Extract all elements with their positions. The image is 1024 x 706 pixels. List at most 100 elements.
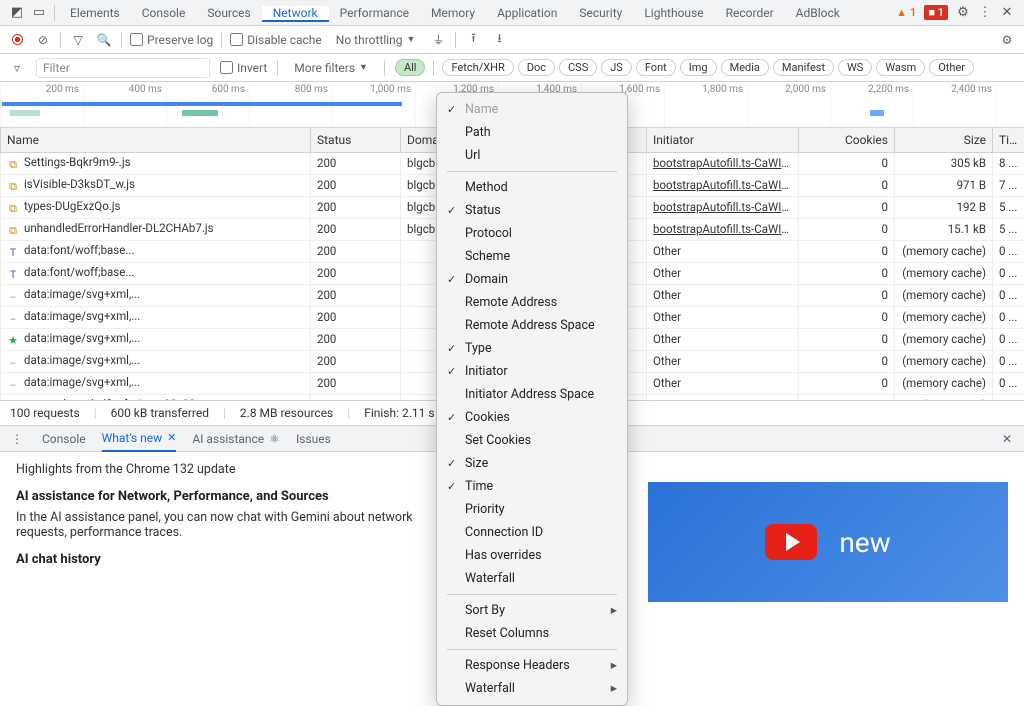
ctx-item-time[interactable]: ✓Time — [437, 475, 627, 498]
ctx-item-method[interactable]: Method — [437, 176, 627, 199]
preserve-log-checkbox[interactable]: Preserve log — [130, 33, 213, 47]
type-pill-css[interactable]: CSS — [559, 59, 597, 76]
type-pill-media[interactable]: Media — [721, 59, 769, 76]
file-type-icon: – — [7, 380, 19, 392]
main-tab-elements[interactable]: Elements — [59, 6, 131, 20]
device-toolbar-icon[interactable]: ▭ — [28, 2, 50, 24]
ctx-item-remote-address-space[interactable]: Remote Address Space — [437, 314, 627, 337]
file-type-icon: ★ — [7, 336, 19, 348]
drawer-close-icon[interactable]: ✕ — [998, 430, 1016, 448]
drawer-tab-ai-assistance[interactable]: AI assistance ⚛ — [192, 432, 280, 446]
main-tab-security[interactable]: Security — [568, 6, 633, 20]
ctx-item-initiator[interactable]: ✓Initiator — [437, 360, 627, 383]
ai-spark-icon: ⚛ — [269, 432, 280, 446]
throttling-select[interactable]: No throttling ▼ — [330, 32, 422, 48]
summary-finish: Finish: 2.11 s — [364, 406, 434, 420]
ctx-item-type[interactable]: ✓Type — [437, 337, 627, 360]
type-pill-img[interactable]: Img — [680, 59, 717, 76]
summary-resources: 2.8 MB resources — [240, 406, 333, 420]
main-tab-sources[interactable]: Sources — [196, 6, 261, 20]
inspect-icon[interactable]: ◩ — [6, 2, 28, 24]
ctx-item-cookies[interactable]: ✓Cookies — [437, 406, 627, 429]
ctx-item-path[interactable]: Path — [437, 121, 627, 144]
network-toolbar: ⊘ ▽ 🔍 Preserve log Disable cache No thro… — [0, 26, 1024, 54]
file-type-icon: ⧉ — [7, 204, 19, 216]
ctx-item-scheme[interactable]: Scheme — [437, 245, 627, 268]
col-header-cookies[interactable]: Cookies — [799, 128, 895, 152]
more-filters-select[interactable]: More filters ▼ — [288, 60, 374, 76]
chevron-right-icon: ▸ — [611, 602, 617, 619]
ctx-item-size[interactable]: ✓Size — [437, 452, 627, 475]
main-tab-network[interactable]: Network — [262, 6, 329, 22]
col-header-status[interactable]: Status — [311, 128, 401, 152]
type-pill-manifest[interactable]: Manifest — [773, 59, 834, 76]
col-header-ti[interactable]: Ti... — [993, 128, 1024, 152]
drawer-tab-issues[interactable]: Issues — [296, 432, 331, 446]
ctx-item-protocol[interactable]: Protocol — [437, 222, 627, 245]
video-thumbnail[interactable]: new — [648, 482, 1008, 602]
invert-checkbox[interactable]: Invert — [220, 61, 267, 75]
play-icon — [765, 524, 817, 560]
filter-input[interactable]: Filter — [36, 58, 210, 78]
wifi-icon[interactable]: ⏚ — [429, 31, 447, 49]
type-pill-js[interactable]: JS — [601, 59, 632, 76]
ctx-item-url[interactable]: Url — [437, 144, 627, 167]
file-type-icon: – — [7, 314, 19, 326]
ctx-item-sort-by[interactable]: Sort By▸ — [437, 599, 627, 622]
network-settings-icon[interactable]: ⚙ — [998, 31, 1016, 49]
type-pill-ws[interactable]: WS — [838, 59, 872, 76]
ctx-item-connection-id[interactable]: Connection ID — [437, 521, 627, 544]
check-icon: ✓ — [447, 202, 456, 219]
header-context-menu: ✓NamePathUrlMethod✓StatusProtocolScheme✓… — [436, 92, 628, 706]
main-tab-console[interactable]: Console — [131, 6, 197, 20]
ctx-item-domain[interactable]: ✓Domain — [437, 268, 627, 291]
close-devtools-icon[interactable]: ✕ — [996, 2, 1018, 24]
close-tab-icon[interactable]: ✕ — [167, 431, 176, 444]
type-pill-fetchxhr[interactable]: Fetch/XHR — [442, 59, 513, 76]
ctx-item-waterfall[interactable]: Waterfall▸ — [437, 677, 627, 700]
drawer-menu-icon[interactable]: ⋮ — [8, 430, 26, 448]
filter-toggle-icon[interactable]: ▽ — [69, 31, 87, 49]
search-icon[interactable]: 🔍 — [95, 31, 113, 49]
upload-har-icon[interactable]: ⭱ — [464, 31, 482, 49]
file-type-icon: – — [7, 292, 19, 304]
type-pill-all[interactable]: All — [395, 59, 426, 76]
errors-badge[interactable]: ■ 1 — [920, 5, 952, 20]
ctx-item-remote-address[interactable]: Remote Address — [437, 291, 627, 314]
ctx-item-name: ✓Name — [437, 98, 627, 121]
clear-icon[interactable]: ⊘ — [34, 31, 52, 49]
warnings-badge[interactable]: ▲ 1 — [892, 6, 920, 19]
disable-cache-checkbox[interactable]: Disable cache — [230, 33, 322, 47]
main-tab-application[interactable]: Application — [486, 6, 568, 20]
more-icon[interactable]: ⋮ — [974, 2, 996, 24]
ctx-item-has-overrides[interactable]: Has overrides — [437, 544, 627, 567]
ctx-item-reset-columns[interactable]: Reset Columns — [437, 622, 627, 645]
main-tab-adblock[interactable]: AdBlock — [785, 6, 851, 20]
record-icon[interactable] — [8, 31, 26, 49]
ctx-item-waterfall[interactable]: Waterfall — [437, 567, 627, 590]
col-header-size[interactable]: Size — [895, 128, 993, 152]
main-tab-lighthouse[interactable]: Lighthouse — [633, 6, 714, 20]
ctx-item-set-cookies[interactable]: Set Cookies — [437, 429, 627, 452]
drawer-tab-whats-new[interactable]: What's new ✕ — [102, 426, 177, 452]
type-pill-doc[interactable]: Doc — [518, 59, 555, 76]
summary-requests: 100 requests — [10, 406, 80, 420]
check-icon: ✓ — [447, 101, 456, 118]
download-har-icon[interactable]: ⭳ — [490, 31, 508, 49]
file-type-icon: T — [7, 270, 19, 282]
main-tab-memory[interactable]: Memory — [420, 6, 486, 20]
main-tab-recorder[interactable]: Recorder — [715, 6, 785, 20]
col-header-name[interactable]: Name — [1, 128, 311, 152]
type-pill-font[interactable]: Font — [636, 59, 676, 76]
ctx-item-response-headers[interactable]: Response Headers▸ — [437, 654, 627, 677]
type-pill-wasm[interactable]: Wasm — [876, 59, 925, 76]
drawer-tab-console[interactable]: Console — [42, 432, 86, 446]
ctx-item-initiator-address-space[interactable]: Initiator Address Space — [437, 383, 627, 406]
filter-funnel-icon[interactable]: ▿ — [8, 59, 26, 77]
ctx-item-status[interactable]: ✓Status — [437, 199, 627, 222]
ctx-item-priority[interactable]: Priority — [437, 498, 627, 521]
settings-icon[interactable]: ⚙ — [952, 2, 974, 24]
main-tab-performance[interactable]: Performance — [329, 6, 420, 20]
type-pill-other[interactable]: Other — [929, 59, 974, 76]
col-header-initiator[interactable]: Initiator — [647, 128, 799, 152]
